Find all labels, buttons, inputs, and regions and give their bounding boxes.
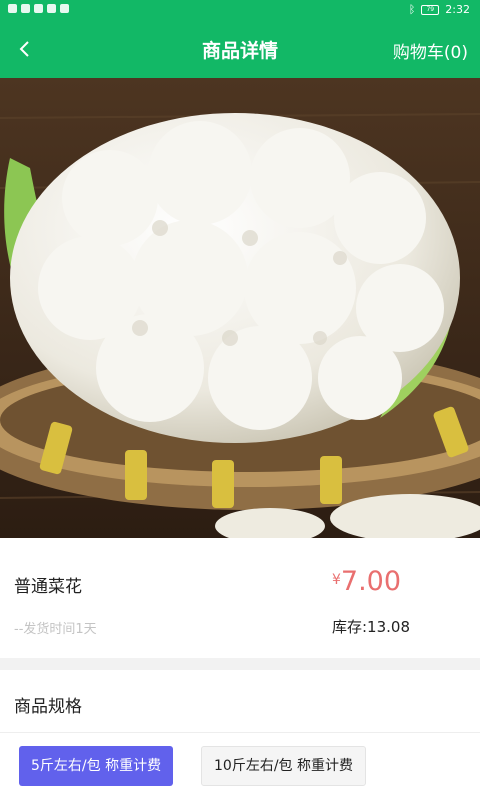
spec-option[interactable]: 5斤左右/包 称重计费 — [19, 746, 174, 786]
spec-option[interactable]: 10斤左右/包 称重计费 — [201, 746, 366, 786]
wifi-icon — [8, 4, 17, 13]
app-icon — [21, 4, 30, 13]
app-icon — [47, 4, 56, 13]
product-image — [0, 78, 480, 538]
cart-button[interactable]: 购物车(0) — [393, 38, 468, 63]
bluetooth-icon: ᛒ — [408, 3, 416, 16]
price-value: 7.00 — [340, 566, 402, 597]
status-time: 2:32 — [445, 3, 470, 16]
currency-symbol: ¥ — [332, 572, 341, 588]
spec-title: 商品规格 — [14, 697, 82, 717]
battery-icon: 79 — [421, 4, 440, 15]
app-bar: 商品详情 购物车(0) — [0, 20, 480, 78]
status-icons — [8, 4, 69, 13]
divider — [0, 732, 480, 733]
product-price: ¥7.00 — [332, 566, 401, 597]
ship-time: --发货时间1天 — [14, 622, 97, 637]
product-name: 普通菜花 — [14, 577, 82, 597]
product-info: 普通菜花 ¥7.00 --发货时间1天 库存:13.08 — [0, 538, 480, 658]
status-bar: ᛒ 79 2:32 — [0, 0, 480, 20]
app-icon — [60, 4, 69, 13]
stock-count: 库存:13.08 — [332, 618, 410, 636]
app-icon — [34, 4, 43, 13]
cauliflower-image — [0, 78, 480, 538]
status-right: ᛒ 79 2:32 — [409, 3, 470, 16]
spec-section: 商品规格 5斤左右/包 称重计费 10斤左右/包 称重计费 — [0, 670, 480, 800]
